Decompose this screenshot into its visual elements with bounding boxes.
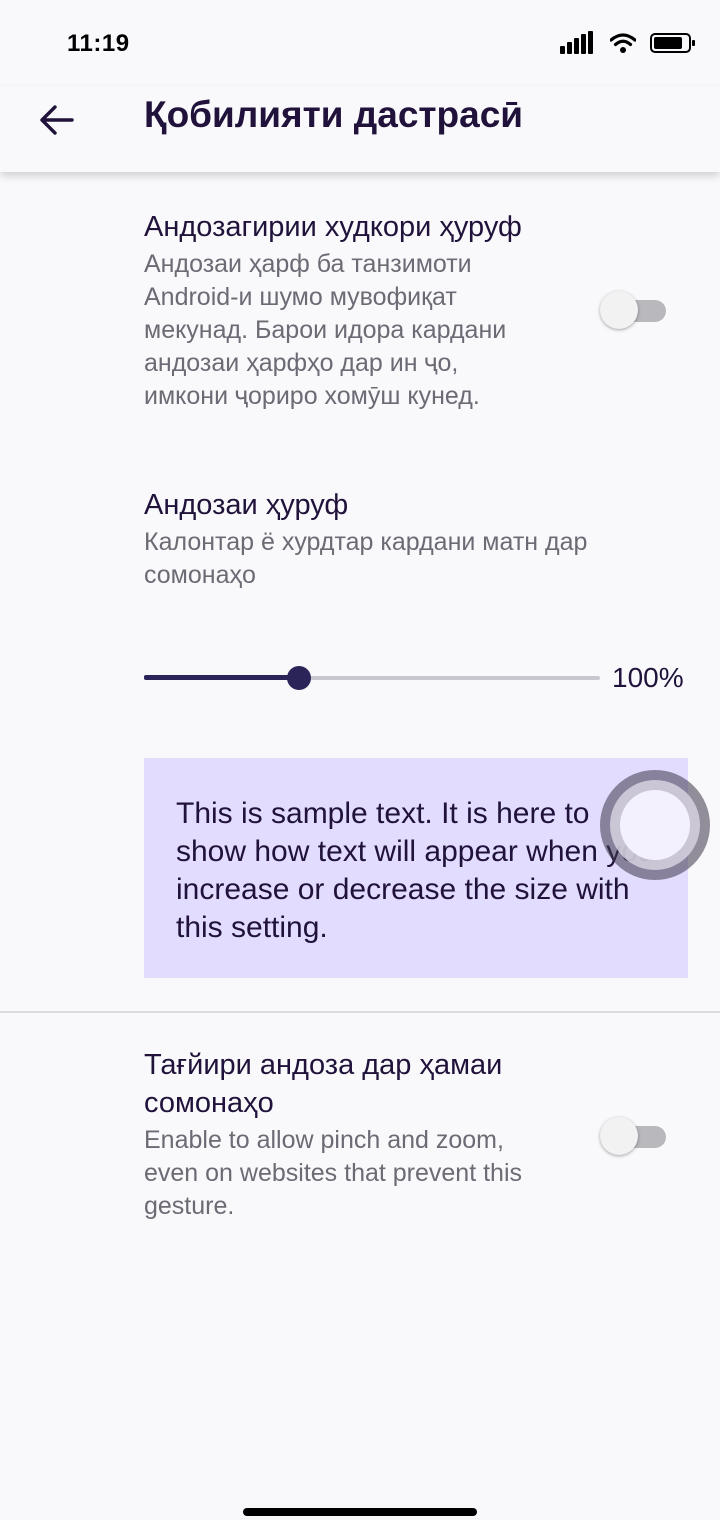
font-size-slider[interactable] bbox=[144, 660, 600, 696]
status-icons bbox=[560, 30, 696, 60]
slider-fill bbox=[144, 675, 300, 680]
screen: 11:19 Қобилияти дастрасӣ Андозагирии худ… bbox=[0, 0, 720, 1520]
wifi-icon bbox=[609, 32, 637, 59]
status-bar: 11:19 bbox=[0, 0, 720, 86]
touch-indicator bbox=[600, 770, 710, 880]
auto-font-size-summary: Андозаи ҳарф ба танзимоти Android-и шумо… bbox=[144, 250, 507, 410]
auto-font-size-title: Андозагирии худкори ҳуруф bbox=[144, 211, 522, 243]
app-bar: Қобилияти дастрасӣ bbox=[0, 86, 720, 172]
force-zoom-title: Тағйири андоза дар ҳамаи сомонаҳо bbox=[144, 1049, 503, 1119]
divider bbox=[0, 1011, 720, 1013]
auto-font-size-preference[interactable]: Андозагирии худкори ҳуруф Андозаи ҳарф б… bbox=[144, 208, 544, 413]
font-size-summary: Калонтар ё хурдтар кардани матн дар сомо… bbox=[144, 528, 588, 589]
font-size-value: 100% bbox=[612, 662, 684, 693]
toggle-thumb bbox=[600, 291, 638, 329]
arrow-left-icon bbox=[38, 104, 74, 141]
auto-font-size-toggle[interactable] bbox=[600, 290, 666, 330]
force-zoom-toggle[interactable] bbox=[600, 1116, 666, 1156]
touch-indicator-core bbox=[620, 790, 690, 860]
back-button[interactable] bbox=[30, 96, 82, 148]
slider-thumb[interactable] bbox=[287, 666, 312, 690]
toggle-thumb bbox=[600, 1117, 638, 1155]
home-indicator bbox=[243, 1508, 477, 1516]
font-size-preference: Андозаи ҳуруф Калонтар ё хурдтар кардани… bbox=[144, 486, 664, 592]
status-time: 11:19 bbox=[67, 30, 130, 57]
sample-text-preview: This is sample text. It is here to show … bbox=[144, 758, 688, 978]
sample-text: This is sample text. It is here to show … bbox=[176, 797, 655, 944]
battery-icon bbox=[650, 32, 696, 59]
force-zoom-summary: Enable to allow pinch and zoom, even on … bbox=[144, 1126, 523, 1220]
page-title: Қобилияти дастрасӣ bbox=[144, 94, 524, 135]
font-size-title: Андозаи ҳуруф bbox=[144, 489, 349, 521]
signal-icon bbox=[560, 30, 596, 60]
force-zoom-preference[interactable]: Тағйири андоза дар ҳамаи сомонаҳо Enable… bbox=[144, 1046, 554, 1223]
